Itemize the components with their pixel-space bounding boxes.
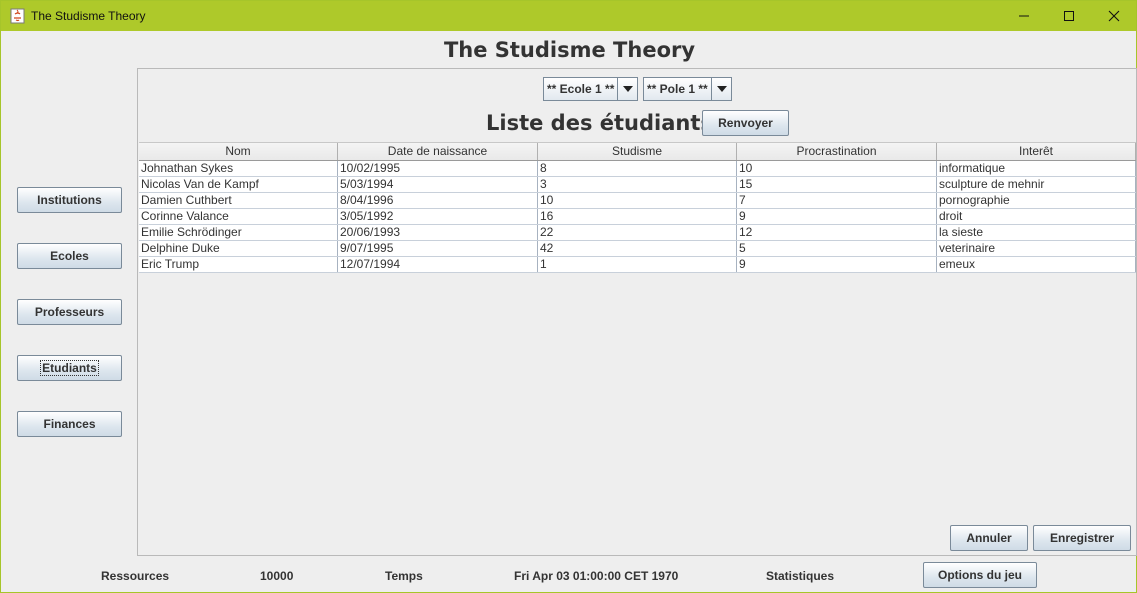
table-cell[interactable]: Delphine Duke xyxy=(139,241,338,256)
pole-select-value: ** Pole 1 ** xyxy=(644,78,713,100)
minimize-icon xyxy=(1019,15,1029,17)
app-heading: The Studisme Theory xyxy=(443,38,696,62)
sidebar-item-ecoles[interactable]: Ecoles xyxy=(17,243,122,269)
table-cell[interactable]: la sieste xyxy=(937,225,1136,240)
table-cell[interactable]: 8 xyxy=(538,161,737,176)
table-cell[interactable]: 9 xyxy=(737,257,937,272)
sidebar-item-label: Finances xyxy=(43,417,96,431)
sidebar-item-etudiants[interactable]: Etudiants xyxy=(17,355,122,381)
main-panel: ** Ecole 1 ** ** Pole 1 ** Liste des étu… xyxy=(137,68,1137,556)
enregistrer-button[interactable]: Enregistrer xyxy=(1033,525,1131,551)
app-window: The Studisme Theory The Studisme Theory … xyxy=(0,0,1137,593)
table-cell[interactable]: 10 xyxy=(737,161,937,176)
table-header: Nom Date de naissance Studisme Procrasti… xyxy=(139,142,1136,161)
chevron-down-icon[interactable] xyxy=(712,78,731,100)
table-cell[interactable]: informatique xyxy=(937,161,1136,176)
table-cell[interactable]: 1 xyxy=(538,257,737,272)
sidebar-item-label: Professeurs xyxy=(34,305,105,319)
sidebar-item-label: Institutions xyxy=(37,193,102,207)
table-cell[interactable]: Damien Cuthbert xyxy=(139,193,338,208)
list-title: Liste des étudiants xyxy=(486,111,713,135)
table-cell[interactable]: pornographie xyxy=(937,193,1136,208)
table-row[interactable]: Eric Trump 12/07/1994 1 9 emeux xyxy=(139,257,1136,273)
table-cell[interactable]: 20/06/1993 xyxy=(338,225,538,240)
chevron-down-icon[interactable] xyxy=(618,78,637,100)
table-cell[interactable]: sculpture de mehnir xyxy=(937,177,1136,192)
ressources-label: Ressources xyxy=(101,569,170,583)
maximize-icon xyxy=(1064,11,1074,21)
table-cell[interactable]: Emilie Schrödinger xyxy=(139,225,338,240)
table-row[interactable]: Damien Cuthbert 8/04/1996 10 7 pornograp… xyxy=(139,193,1136,209)
options-du-jeu-button[interactable]: Options du jeu xyxy=(923,562,1037,588)
column-header-interet[interactable]: Interêt xyxy=(937,143,1136,160)
ecole-select[interactable]: ** Ecole 1 ** xyxy=(543,77,638,101)
temps-value: Fri Apr 03 01:00:00 CET 1970 xyxy=(514,569,679,583)
window-title: The Studisme Theory xyxy=(31,9,146,23)
sidebar-item-institutions[interactable]: Institutions xyxy=(17,187,122,213)
table-cell[interactable]: 10 xyxy=(538,193,737,208)
table-cell[interactable]: Corinne Valance xyxy=(139,209,338,224)
table-cell[interactable]: 5 xyxy=(737,241,937,256)
annuler-button-label: Annuler xyxy=(966,531,1012,545)
students-table: Nom Date de naissance Studisme Procrasti… xyxy=(139,142,1136,273)
table-cell[interactable]: 3/05/1992 xyxy=(338,209,538,224)
column-header-studisme[interactable]: Studisme xyxy=(538,143,737,160)
table-cell[interactable]: 12/07/1994 xyxy=(338,257,538,272)
table-cell[interactable]: 10/02/1995 xyxy=(338,161,538,176)
sidebar-item-label: Etudiants xyxy=(40,360,99,376)
table-cell[interactable]: Nicolas Van de Kampf xyxy=(139,177,338,192)
ressources-value: 10000 xyxy=(260,569,294,583)
titlebar[interactable]: The Studisme Theory xyxy=(1,1,1136,31)
sidebar-item-label: Ecoles xyxy=(50,249,89,263)
table-row[interactable]: Emilie Schrödinger 20/06/1993 22 12 la s… xyxy=(139,225,1136,241)
table-row[interactable]: Johnathan Sykes 10/02/1995 8 10 informat… xyxy=(139,161,1136,177)
table-cell[interactable]: 12 xyxy=(737,225,937,240)
enregistrer-button-label: Enregistrer xyxy=(1049,531,1115,545)
table-cell[interactable]: 8/04/1996 xyxy=(338,193,538,208)
table-cell[interactable]: 22 xyxy=(538,225,737,240)
table-cell[interactable]: 42 xyxy=(538,241,737,256)
minimize-button[interactable] xyxy=(1001,1,1047,31)
options-button-label: Options du jeu xyxy=(938,568,1022,582)
table-cell[interactable]: 3 xyxy=(538,177,737,192)
statistiques-label: Statistiques xyxy=(766,569,835,583)
pole-select[interactable]: ** Pole 1 ** xyxy=(643,77,732,101)
table-cell[interactable]: 9 xyxy=(737,209,937,224)
table-cell[interactable]: droit xyxy=(937,209,1136,224)
table-cell[interactable]: 15 xyxy=(737,177,937,192)
renvoyer-button[interactable]: Renvoyer xyxy=(702,110,789,136)
sidebar-item-professeurs[interactable]: Professeurs xyxy=(17,299,122,325)
ecole-select-value: ** Ecole 1 ** xyxy=(544,78,619,100)
annuler-button[interactable]: Annuler xyxy=(950,525,1028,551)
table-cell[interactable]: 5/03/1994 xyxy=(338,177,538,192)
table-cell[interactable]: 9/07/1995 xyxy=(338,241,538,256)
table-row[interactable]: Nicolas Van de Kampf 5/03/1994 3 15 scul… xyxy=(139,177,1136,193)
java-app-icon xyxy=(10,8,25,24)
table-cell[interactable]: emeux xyxy=(937,257,1136,272)
table-cell[interactable]: veterinaire xyxy=(937,241,1136,256)
renvoyer-button-label: Renvoyer xyxy=(718,116,773,130)
table-cell[interactable]: 16 xyxy=(538,209,737,224)
column-header-date-naissance[interactable]: Date de naissance xyxy=(338,143,538,160)
close-icon xyxy=(1108,10,1120,22)
table-cell[interactable]: Johnathan Sykes xyxy=(139,161,338,176)
close-button[interactable] xyxy=(1091,1,1137,31)
table-row[interactable]: Delphine Duke 9/07/1995 42 5 veterinaire xyxy=(139,241,1136,257)
table-cell[interactable]: Eric Trump xyxy=(139,257,338,272)
column-header-procrastination[interactable]: Procrastination xyxy=(737,143,937,160)
sidebar-item-finances[interactable]: Finances xyxy=(17,411,122,437)
table-row[interactable]: Corinne Valance 3/05/1992 16 9 droit xyxy=(139,209,1136,225)
column-header-nom[interactable]: Nom xyxy=(139,143,338,160)
temps-label: Temps xyxy=(385,569,423,583)
table-cell[interactable]: 7 xyxy=(737,193,937,208)
maximize-button[interactable] xyxy=(1046,1,1092,31)
